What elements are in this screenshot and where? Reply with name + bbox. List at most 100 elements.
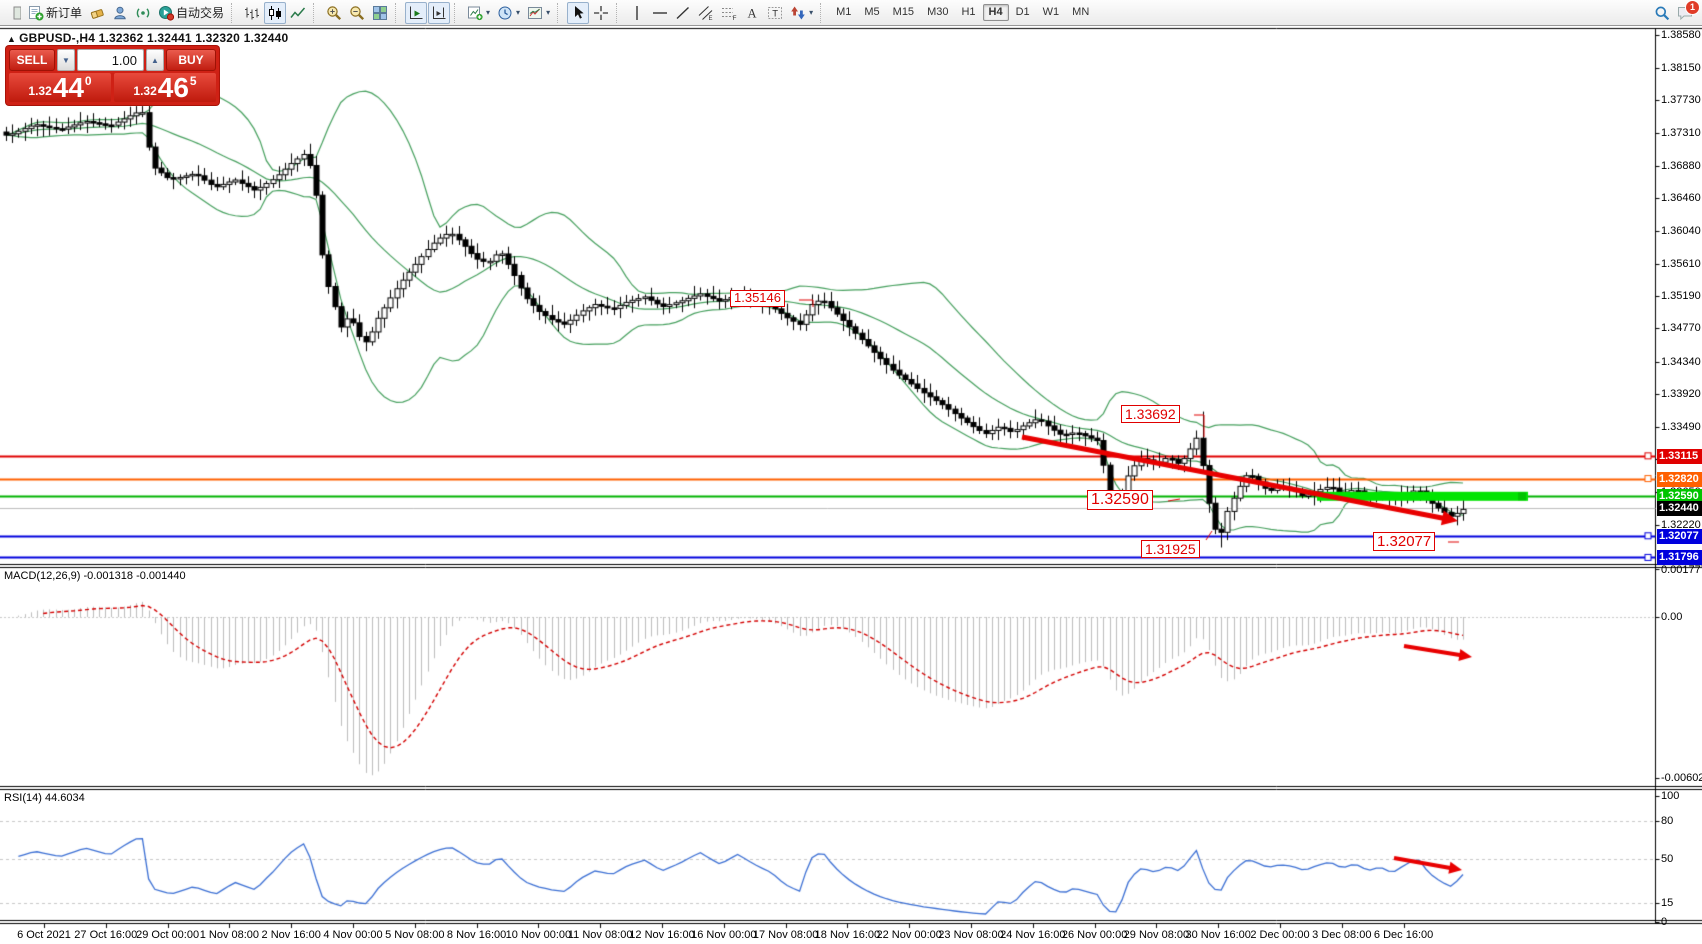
fibonacci-button[interactable]: F [718,2,740,24]
chart-shift-button[interactable] [428,2,450,24]
line-icon [290,5,306,21]
timeframe-button-h4[interactable]: H4 [983,4,1009,21]
price-axis-tick: 1.36460 [1661,192,1701,204]
autotrade-button-label: 自动交易 [176,4,224,21]
auto-scroll-button[interactable] [405,2,427,24]
timeframe-button-m5[interactable]: M5 [858,4,885,21]
profile-icon [112,5,128,21]
candlestick-chart-button[interactable] [264,2,286,24]
buy-price-big: 46 [158,75,189,101]
community-button[interactable] [109,2,131,24]
shapes-button[interactable]: ▾ [787,2,816,24]
new-order-button[interactable]: 新订单 [25,2,85,24]
timeframe-button-w1[interactable]: W1 [1037,4,1066,21]
autotrade-icon [158,5,174,21]
price-axis-tick: 1.38150 [1661,62,1701,74]
rsi-axis-tick: 100 [1661,790,1679,802]
price-callout-1.35146[interactable]: 1.35146 [730,290,785,307]
volume-decrease-button[interactable]: ▼ [57,49,75,71]
buy-price-display[interactable]: 1.32 46 5 [114,73,216,102]
macd-axis-tick: 0.00 [1661,611,1682,623]
macd-axis-tick: 0.001777 [1661,564,1702,576]
timeframe-button-m15[interactable]: M15 [887,4,920,21]
fibo-icon: F [721,5,737,21]
timeframe-button-mn[interactable]: MN [1066,4,1095,21]
price-callout-1.32077[interactable]: 1.32077 [1373,532,1435,551]
signal-icon [135,5,151,21]
notifications-button[interactable]: 1 [1674,2,1696,24]
macd-label: MACD(12,26,9) -0.001318 -0.001440 [4,570,186,582]
buy-price-prefix: 1.32 [133,84,156,98]
svg-text:F: F [733,15,737,21]
tile-icon [372,5,388,21]
styles-eraser-button[interactable] [86,2,108,24]
bar-chart-button[interactable] [241,2,263,24]
volume-input[interactable]: 1.00 [77,49,144,71]
crosshair-button[interactable] [590,2,612,24]
new-chart-button[interactable]: ▾ [464,2,493,24]
volume-increase-button[interactable]: ▲ [146,49,164,71]
candles-icon [267,5,283,21]
new-order-icon [28,5,44,21]
sell-price-display[interactable]: 1.32 44 0 [9,73,111,102]
vline-icon [629,5,645,21]
svg-text:E: E [709,16,713,21]
sell-button[interactable]: SELL [9,49,55,71]
mt4-window: 新订单自动交易▾▾▾EFAT▾M1M5M15M30H1H4D1W1MN1 ▲GB… [0,0,1702,944]
horizontal-line-button[interactable] [649,2,671,24]
one-click-trade-panel: SELL ▼ 1.00 ▲ BUY 1.32 44 0 1.32 46 5 [6,46,219,105]
timeframe-button-h1[interactable]: H1 [955,4,981,21]
label-button[interactable]: T [764,2,786,24]
zoom-out-icon [349,5,365,21]
timeframe-button-m30[interactable]: M30 [921,4,954,21]
price-axis-tick: 1.36040 [1661,225,1701,237]
buy-price-pip: 5 [190,74,197,88]
rsi-axis-tick: 0 [1661,916,1667,928]
price-tag-1.32820: 1.32820 [1657,472,1702,487]
price-axis-tick: 1.38580 [1661,29,1701,41]
autotrade-button[interactable]: 自动交易 [155,2,227,24]
shift-icon [431,5,447,21]
timeframe-button-m1[interactable]: M1 [830,4,857,21]
timeframe-button-d1[interactable]: D1 [1010,4,1036,21]
price-tag-1.31796: 1.31796 [1657,550,1702,565]
trendline-button[interactable] [672,2,694,24]
zoom-in-button[interactable] [323,2,345,24]
time-axis-label: 6 Dec 16:00 [1356,929,1452,941]
rsi-axis-tick: 80 [1661,815,1673,827]
price-callout-1.32590[interactable]: 1.32590 [1087,490,1153,510]
indicators-button[interactable]: ▾ [524,2,553,24]
line-chart-button[interactable] [287,2,309,24]
sell-price-pip: 0 [85,74,92,88]
notification-badge: 1 [1685,0,1700,15]
chart-canvas[interactable] [0,0,1702,944]
zoom-out-button[interactable] [346,2,368,24]
toolbar: 新订单自动交易▾▾▾EFAT▾M1M5M15M30H1H4D1W1MN1 [0,0,1702,26]
price-callout-1.33692[interactable]: 1.33692 [1121,405,1180,423]
toolbar-separator [231,3,237,23]
vertical-line-button[interactable] [626,2,648,24]
toolbar-separator [557,3,563,23]
profiles-button[interactable]: ▾ [494,2,523,24]
search-button[interactable] [1651,2,1673,24]
tile-windows-button[interactable] [369,2,391,24]
sell-price-big: 44 [53,75,84,101]
signals-button[interactable] [132,2,154,24]
price-tag-1.32077: 1.32077 [1657,529,1702,544]
price-axis-tick: 1.33490 [1661,421,1701,433]
channel-button[interactable]: E [695,2,717,24]
price-callout-1.31925[interactable]: 1.31925 [1141,540,1200,558]
macd-axis-tick: -0.00602 [1661,772,1702,784]
toolbar-separator [616,3,622,23]
toolbar-separator [313,3,319,23]
buy-button[interactable]: BUY [166,49,216,71]
rsi-axis-tick: 15 [1661,897,1673,909]
cursor-button[interactable] [567,2,589,24]
text-button[interactable]: A [741,2,763,24]
labelT-icon: T [767,5,783,21]
price-axis-tick: 1.33920 [1661,388,1701,400]
symbol-ohlc-text: GBPUSD-,H4 1.32362 1.32441 1.32320 1.324… [19,31,288,45]
toolbar-separator [395,3,401,23]
price-axis-tick: 1.35190 [1661,290,1701,302]
svg-text:A: A [748,6,757,20]
